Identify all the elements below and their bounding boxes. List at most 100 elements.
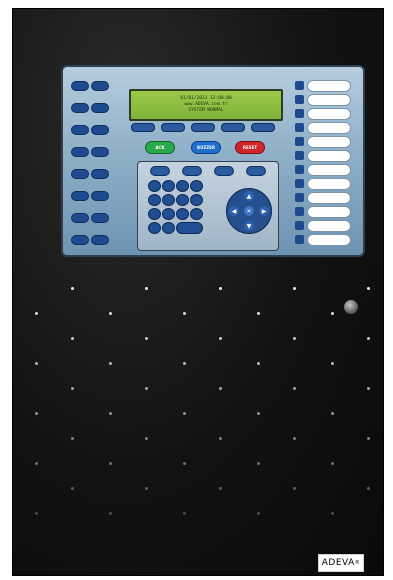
- buzzer-button-label: BUZZER: [197, 145, 215, 150]
- numeric-key[interactable]: [176, 208, 189, 220]
- zone-label-button[interactable]: [307, 220, 351, 232]
- zone-button[interactable]: [91, 213, 109, 223]
- vent-hole: [183, 412, 186, 415]
- vent-hole: [145, 487, 148, 490]
- ack-button-label: ACK: [155, 145, 165, 150]
- function-key[interactable]: [221, 123, 245, 132]
- vent-hole: [183, 462, 186, 465]
- indicator-tab: [295, 221, 304, 230]
- zone-button[interactable]: [91, 81, 109, 91]
- zone-label-button[interactable]: [307, 150, 351, 162]
- reset-button[interactable]: RESET: [235, 141, 265, 154]
- indicator-tab: [295, 179, 304, 188]
- vent-hole: [145, 287, 148, 290]
- zone-button[interactable]: [91, 191, 109, 201]
- zone-button[interactable]: [91, 125, 109, 135]
- buzzer-button[interactable]: BUZZER: [191, 141, 221, 154]
- zone-button[interactable]: [71, 125, 89, 135]
- indicator-tab: [295, 137, 304, 146]
- arrow-left-icon[interactable]: ◀: [229, 206, 239, 216]
- numeric-key[interactable]: [190, 180, 203, 192]
- zone-label-button[interactable]: [307, 206, 351, 218]
- vent-hole: [257, 462, 260, 465]
- vent-hole: [183, 512, 186, 515]
- zone-label-button[interactable]: [307, 164, 351, 176]
- ack-button[interactable]: ACK: [145, 141, 175, 154]
- zone-button[interactable]: [71, 235, 89, 245]
- zone-button[interactable]: [71, 169, 89, 179]
- zone-button[interactable]: [91, 169, 109, 179]
- menu-key[interactable]: [214, 166, 234, 176]
- numeric-key[interactable]: [162, 208, 175, 220]
- vent-hole: [109, 412, 112, 415]
- vent-hole: [293, 437, 296, 440]
- indicator-tab: [295, 235, 304, 244]
- function-key[interactable]: [131, 123, 155, 132]
- menu-key[interactable]: [246, 166, 266, 176]
- function-key[interactable]: [161, 123, 185, 132]
- indicator-tab: [295, 151, 304, 160]
- zone-label-button[interactable]: [307, 136, 351, 148]
- vent-hole: [219, 287, 222, 290]
- numeric-key[interactable]: [162, 180, 175, 192]
- vent-hole: [331, 412, 334, 415]
- vent-hole: [109, 512, 112, 515]
- indicator-tab: [295, 95, 304, 104]
- vent-hole: [219, 337, 222, 340]
- zone-button[interactable]: [71, 213, 89, 223]
- zone-label-button[interactable]: [307, 94, 351, 106]
- menu-key[interactable]: [182, 166, 202, 176]
- reset-button-label: RESET: [242, 145, 258, 150]
- numeric-key[interactable]: [148, 208, 161, 220]
- menu-key[interactable]: [150, 166, 170, 176]
- vent-hole: [35, 512, 38, 515]
- navigation-pad[interactable]: ▲ ▼ ◀ ▶ ✕: [226, 188, 272, 234]
- vent-hole: [109, 462, 112, 465]
- function-key[interactable]: [191, 123, 215, 132]
- numeric-key[interactable]: [190, 208, 203, 220]
- zone-button[interactable]: [71, 191, 89, 201]
- numeric-key[interactable]: [148, 222, 161, 234]
- lcd-line-3: SYSTEM NORMAL: [188, 108, 224, 113]
- vent-hole: [35, 312, 38, 315]
- vent-hole: [293, 387, 296, 390]
- vent-hole: [71, 337, 74, 340]
- numeric-key[interactable]: [162, 194, 175, 206]
- vent-hole: [109, 362, 112, 365]
- vent-hole: [257, 362, 260, 365]
- zone-label-button[interactable]: [307, 122, 351, 134]
- zone-button[interactable]: [71, 103, 89, 113]
- zone-button[interactable]: [91, 235, 109, 245]
- zone-button[interactable]: [91, 103, 109, 113]
- ok-icon[interactable]: ✕: [244, 206, 254, 216]
- numeric-key[interactable]: [176, 194, 189, 206]
- zone-label-button[interactable]: [307, 178, 351, 190]
- arrow-right-icon[interactable]: ▶: [259, 206, 269, 216]
- vent-hole: [71, 387, 74, 390]
- vent-hole: [331, 462, 334, 465]
- zone-label-button[interactable]: [307, 234, 351, 246]
- zone-button[interactable]: [71, 147, 89, 157]
- vent-hole: [35, 362, 38, 365]
- arrow-up-icon[interactable]: ▲: [244, 191, 254, 201]
- vent-hole: [331, 312, 334, 315]
- zone-label-button[interactable]: [307, 108, 351, 120]
- vent-hole: [257, 312, 260, 315]
- fire-alarm-cabinet: 01/01/2021 12:00:00 www.ADEVA.com.tr SYS…: [12, 8, 384, 576]
- numeric-key[interactable]: [162, 222, 175, 234]
- arrow-down-icon[interactable]: ▼: [244, 221, 254, 231]
- numeric-key[interactable]: [148, 194, 161, 206]
- numeric-key[interactable]: [148, 180, 161, 192]
- zone-button[interactable]: [71, 81, 89, 91]
- function-key[interactable]: [251, 123, 275, 132]
- numeric-key[interactable]: [176, 180, 189, 192]
- numeric-key[interactable]: [190, 194, 203, 206]
- enter-key[interactable]: [176, 222, 203, 234]
- zone-button[interactable]: [91, 147, 109, 157]
- vent-hole: [219, 387, 222, 390]
- zone-label-button[interactable]: [307, 80, 351, 92]
- key-lock[interactable]: [343, 299, 359, 315]
- indicator-tab: [295, 193, 304, 202]
- zone-label-button[interactable]: [307, 192, 351, 204]
- indicator-tab: [295, 81, 304, 90]
